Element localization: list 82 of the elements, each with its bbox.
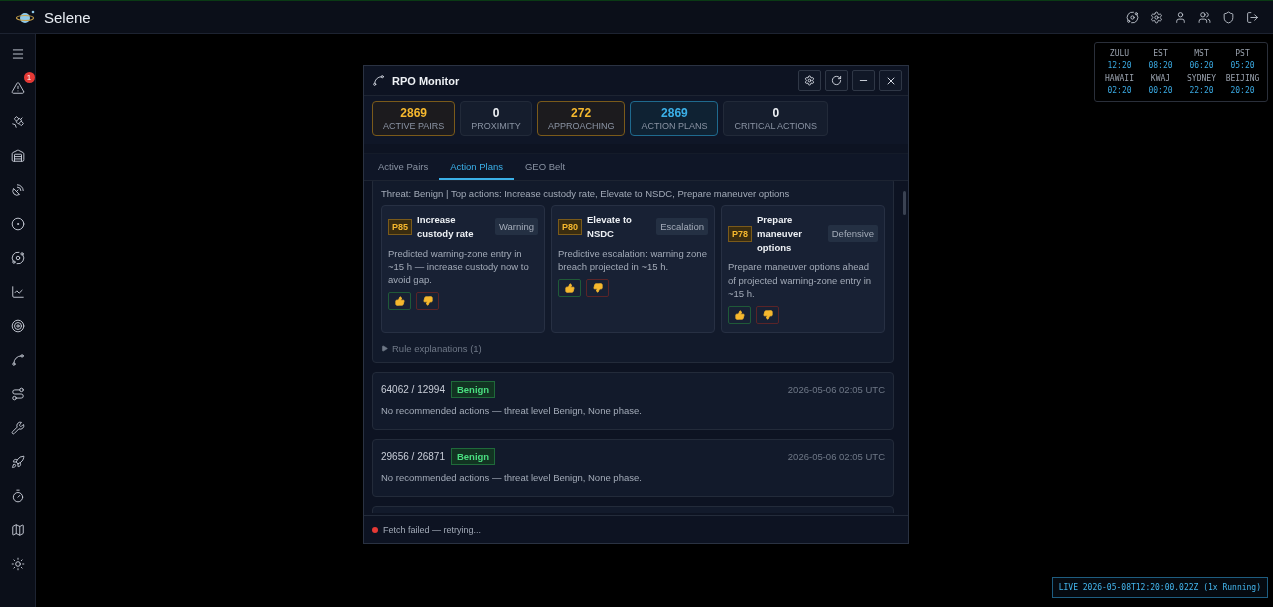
- status-text: Fetch failed — retrying...: [383, 524, 482, 535]
- refresh-button[interactable]: [825, 70, 848, 91]
- action-text: Predicted warning-zone entry in ~15 h — increase custody now to avoid gap.: [388, 246, 530, 287]
- clock-zone: SYDNEY: [1186, 74, 1217, 83]
- action-tag: Warning: [494, 218, 538, 236]
- window-title: RPO Monitor: [392, 74, 460, 87]
- action-text: Prepare maneuver options ahead of projected warning-zone entry in ~15 h.: [728, 260, 873, 301]
- planet-logo-icon: [16, 10, 36, 24]
- stat-value: 272: [571, 106, 592, 120]
- clock-zone: EST: [1152, 49, 1169, 58]
- thumbs-down-icon: [762, 310, 773, 321]
- stat-value: 2869: [400, 106, 428, 120]
- clock-zone: HAWAII: [1104, 74, 1135, 83]
- clock-time: 22:20: [1188, 86, 1215, 95]
- app-title: Selene: [44, 8, 91, 26]
- logout-icon[interactable]: [1246, 10, 1259, 24]
- pair-text: No recommended actions — threat level Benign, None phase.: [381, 472, 643, 484]
- clock-time: 12:20: [1106, 61, 1133, 70]
- thumbs-up-button[interactable]: [558, 279, 581, 298]
- stat-label: ACTIVE PAIRS: [383, 121, 445, 131]
- refresh-icon: [831, 75, 842, 86]
- clock-time: 02:20: [1106, 86, 1133, 95]
- settings-icon: [804, 75, 815, 86]
- clock-zone: MST: [1193, 49, 1210, 58]
- stat-label: APPROACHING: [547, 121, 615, 131]
- pair-id: 64062 / 12994: [381, 384, 445, 396]
- clock-time: 00:20: [1147, 86, 1174, 95]
- action-title: Increase custody rate: [417, 213, 475, 241]
- shield-icon[interactable]: [1222, 10, 1235, 24]
- clock-time: 05:20: [1229, 61, 1256, 70]
- clock-time: 08:20: [1147, 61, 1174, 70]
- action-tag: Escalation: [656, 218, 708, 236]
- settings-icon[interactable]: [1150, 10, 1163, 24]
- clock-zone: ZULU: [1108, 49, 1131, 58]
- close-button[interactable]: [879, 70, 902, 91]
- action-text: Predictive escalation: warning zone breach projected in ~15 h.: [558, 246, 708, 274]
- thumbs-down-button[interactable]: [756, 306, 779, 325]
- priority-badge: P78: [728, 225, 752, 242]
- thumbs-up-button[interactable]: [388, 292, 411, 311]
- stat-label: CRITICAL ACTIONS: [734, 121, 818, 131]
- thumbs-up-button[interactable]: [728, 306, 751, 325]
- plan-summary: Threat: Benign | Top actions: Increase custody rate, Elevate to NSDC, Prepare maneuver options: [381, 187, 791, 199]
- priority-badge: P80: [558, 218, 582, 235]
- thumbs-up-icon: [564, 283, 575, 294]
- thumbs-down-icon: [422, 296, 433, 307]
- pair-text: No recommended actions — threat level Benign, None phase.: [381, 405, 643, 417]
- action-title: Prepare maneuver options: [757, 213, 803, 255]
- notification-badge: 1: [23, 72, 35, 83]
- pair-time: 2026-05-06 02:05 UTC: [787, 384, 885, 396]
- clock-zone: KWAJ: [1149, 74, 1172, 83]
- tab[interactable]: Active Pairs: [367, 154, 440, 180]
- action-title: Elevate to NSDC: [587, 213, 633, 241]
- pair-time: 2026-05-06 02:05 UTC: [787, 451, 885, 463]
- stat-label: ACTION PLANS: [641, 121, 708, 131]
- rule-explanations-toggle[interactable]: Rule explanations (1): [381, 339, 885, 355]
- priority-badge: P85: [388, 218, 412, 235]
- orbit-icon[interactable]: [1126, 10, 1139, 24]
- stat-value: 0: [492, 106, 500, 120]
- users-icon[interactable]: [1198, 10, 1211, 24]
- scrollbar-thumb[interactable]: [903, 191, 906, 215]
- thumbs-up-icon: [734, 310, 745, 321]
- thumbs-up-icon: [394, 296, 405, 307]
- spline-icon: [372, 74, 385, 87]
- stat-value: 0: [772, 106, 780, 120]
- threat-badge: Benign: [450, 448, 496, 466]
- tab[interactable]: GEO Belt: [513, 154, 577, 180]
- live-status: LIVE 2026-05-08T12:20:00.022Z (1x Running): [1051, 577, 1268, 598]
- clock-zone: BEIJING: [1224, 74, 1261, 83]
- action-tag: Defensive: [827, 225, 878, 243]
- thumbs-down-button[interactable]: [416, 292, 439, 311]
- pair-id: 29656 / 26871: [381, 451, 445, 463]
- threat-badge: Benign: [450, 381, 496, 399]
- clock-zone: PST: [1234, 49, 1251, 58]
- settings-button[interactable]: [798, 70, 821, 91]
- stat-value: 2869: [661, 106, 688, 120]
- clock-time: 06:20: [1188, 61, 1215, 70]
- caret-icon: [381, 345, 388, 353]
- user-icon[interactable]: [1174, 10, 1187, 24]
- clock-time: 20:20: [1229, 86, 1256, 95]
- thumbs-down-icon: [592, 283, 603, 294]
- stat-label: PROXIMITY: [471, 121, 521, 131]
- thumbs-down-button[interactable]: [586, 279, 609, 298]
